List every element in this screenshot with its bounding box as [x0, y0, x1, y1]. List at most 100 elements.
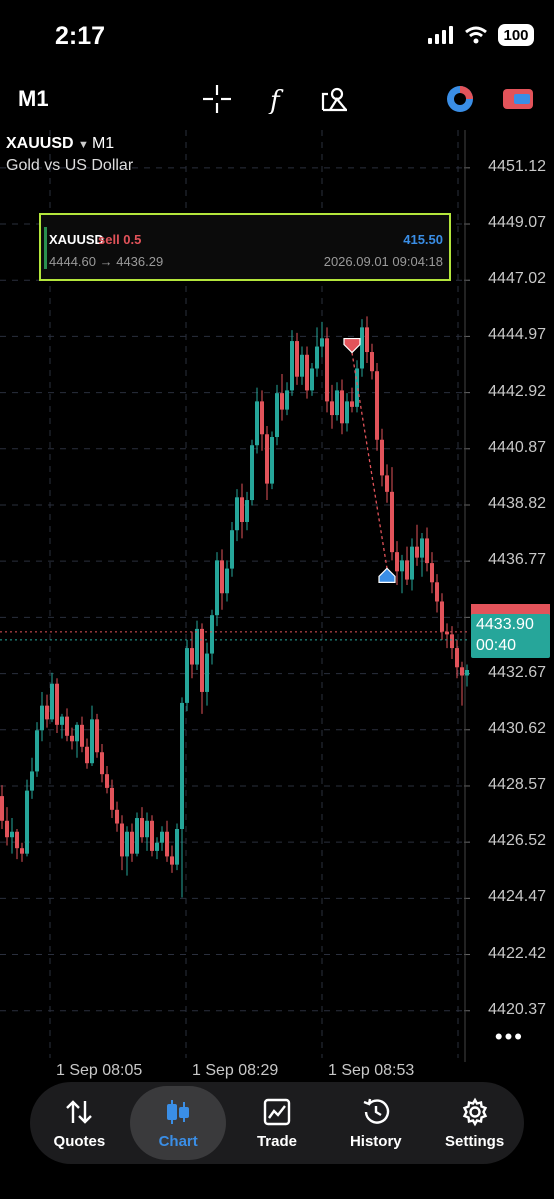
candle-body [110, 787, 114, 810]
current-price: 4433.90 [476, 616, 534, 633]
candle-body [205, 653, 209, 692]
candle-body [370, 352, 374, 372]
candle-body [240, 497, 244, 522]
candle-body [320, 338, 324, 347]
wifi-icon [465, 26, 487, 44]
price-label: 4442.92 [488, 382, 546, 400]
candle-body [410, 546, 414, 580]
candle-body [375, 371, 379, 440]
candle-body [80, 724, 84, 747]
price-label: 4451.12 [488, 157, 546, 175]
candle-body [60, 716, 64, 725]
candle-body [315, 346, 319, 369]
trade-icon [263, 1098, 291, 1125]
candle-body [450, 634, 454, 649]
battery-icon: 100 [498, 24, 534, 46]
history-icon [363, 1098, 389, 1124]
candle-body [225, 568, 229, 594]
tab-label: History [349, 1132, 402, 1150]
candle-body [425, 538, 429, 564]
candle-body [70, 735, 74, 742]
symbol-title[interactable]: XAUUSD ▼ M1 [6, 135, 114, 153]
candle-body [280, 393, 284, 410]
candle-body [390, 491, 394, 553]
candle-body [105, 774, 109, 788]
candle-body [165, 831, 169, 857]
candle-body [45, 705, 49, 720]
more-icon[interactable]: ••• [495, 1024, 524, 1050]
candle-body [230, 530, 234, 569]
price-label: 4432.67 [488, 663, 546, 681]
candle-body [90, 719, 94, 764]
candle-body [365, 327, 369, 353]
candle-body [435, 582, 439, 602]
time-label: 1 Sep 08:29 [192, 1062, 279, 1079]
candle-body [400, 560, 404, 572]
crosshair-icon[interactable] [200, 82, 234, 116]
candle-body [380, 439, 384, 476]
candle-body [135, 818, 139, 854]
candle-body [465, 670, 469, 676]
candle-body [195, 628, 199, 665]
candle-body [215, 560, 219, 616]
gear-icon [462, 1097, 487, 1126]
candle-body [245, 500, 249, 522]
candle-body [30, 771, 34, 791]
candle-body [360, 327, 364, 369]
price-label: 4422.42 [488, 944, 546, 962]
candle-body [285, 390, 289, 410]
candle-body [155, 842, 159, 851]
candle-body [270, 437, 274, 484]
candle-body [130, 831, 134, 854]
candle-body [210, 615, 214, 654]
tab-history[interactable]: History [328, 1086, 424, 1160]
candle-body [125, 831, 129, 857]
tab-settings[interactable]: Settings [427, 1086, 523, 1160]
one-click-trading-icon[interactable] [501, 82, 535, 116]
exit-arrow [378, 567, 396, 583]
timeframe-button[interactable]: M1 [18, 86, 49, 112]
symbol-timeframe: M1 [91, 135, 115, 152]
status-indicators: 100 [428, 24, 534, 46]
candle-body [40, 705, 44, 731]
trade-info-panel[interactable]: XAUUSD sell 0.5 415.50 4444.60 → 4436.29… [39, 213, 451, 281]
candle-body [300, 354, 304, 377]
candle-body [35, 730, 39, 772]
time-label: 1 Sep 08:05 [56, 1062, 143, 1079]
bar-countdown: 00:40 [476, 637, 517, 654]
candle-body [430, 563, 434, 583]
candle-body [50, 683, 54, 720]
candle-body [200, 628, 204, 692]
price-label: 4426.52 [488, 832, 546, 850]
candle-body [250, 445, 254, 501]
quotes-icon [66, 1099, 93, 1124]
candlestick-icon [167, 1099, 190, 1124]
candle-body [55, 683, 59, 725]
tab-quotes[interactable]: Quotes [31, 1086, 127, 1160]
tab-label: Chart [158, 1132, 198, 1150]
tab-trade[interactable]: Trade [229, 1086, 325, 1160]
objects-icon[interactable] [318, 82, 352, 116]
candle-body [385, 475, 389, 492]
candle-body [325, 338, 329, 402]
price-label: 4449.07 [488, 214, 546, 232]
signals-icon[interactable] [443, 82, 477, 116]
candle-body [420, 538, 424, 558]
candle-body [15, 831, 19, 849]
candle-body [355, 368, 359, 407]
candle-body [455, 648, 459, 668]
candle-body [305, 354, 309, 391]
candle-body [95, 719, 99, 753]
candle-body [145, 820, 149, 838]
candle-body [115, 809, 119, 824]
tab-chart[interactable]: Chart [130, 1086, 227, 1160]
candle-body [140, 818, 144, 838]
candle-body [25, 790, 29, 854]
candle-body [100, 752, 104, 775]
price-label: 4438.82 [488, 494, 546, 512]
indicators-icon[interactable]: f [260, 82, 294, 116]
candle-body [340, 390, 344, 424]
candle-body [260, 401, 264, 435]
status-time: 2:17 [55, 22, 106, 50]
price-label: 4436.77 [488, 551, 546, 569]
